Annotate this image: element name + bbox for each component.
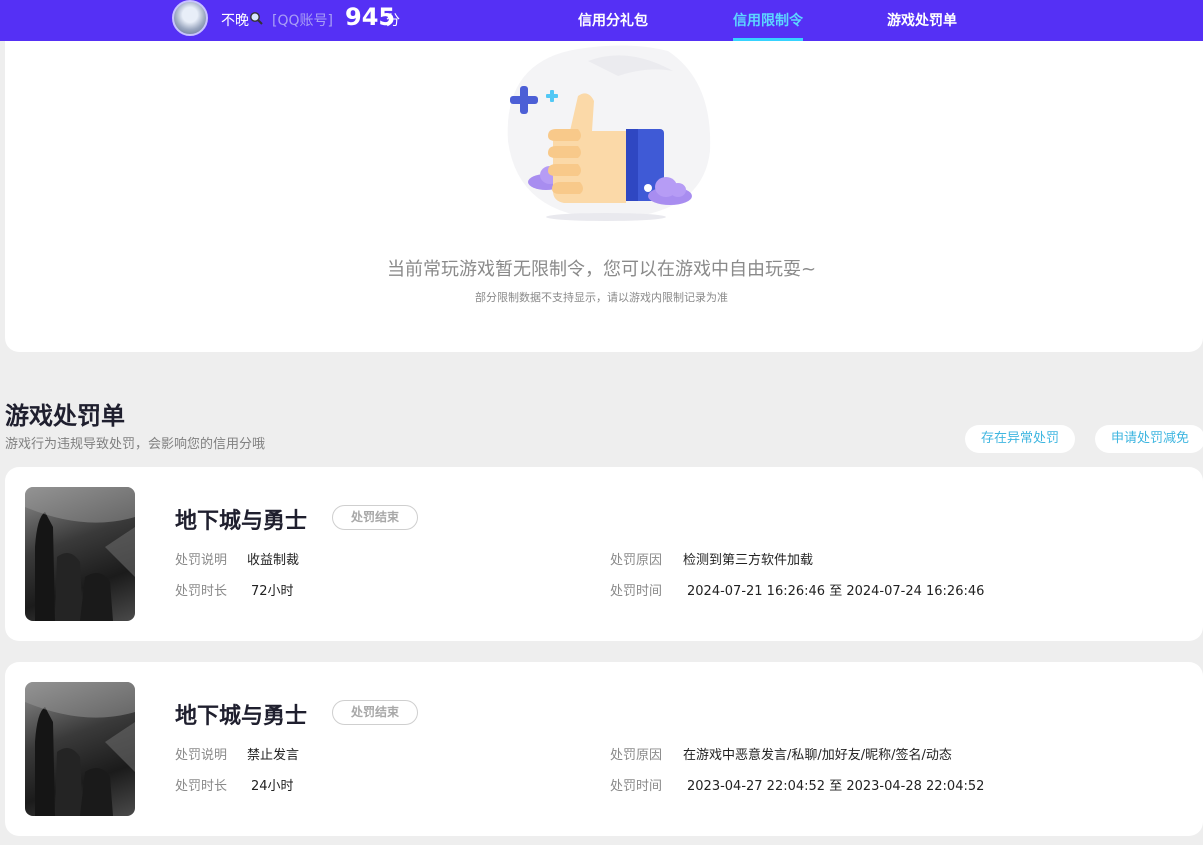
game-thumbnail — [25, 682, 135, 816]
penalty-reduction-button[interactable]: 申请处罚减免 — [1095, 425, 1203, 453]
game-name: 地下城与勇士 — [175, 509, 308, 534]
explain-value: 收益制裁 — [247, 553, 300, 568]
thumbs-up-illustration — [507, 45, 711, 221]
game-thumbnail — [25, 487, 135, 621]
section-title: 游戏处罚单 — [5, 402, 125, 430]
game-name: 地下城与勇士 — [175, 704, 308, 729]
explain-value: 禁止发言 — [247, 748, 300, 763]
empty-state-message: 当前常玩游戏暂无限制令，您可以在游戏中自由玩耍~ — [386, 259, 817, 280]
section-description: 游戏行为违规导致处罚，会影响您的信用分哦 — [5, 437, 266, 452]
time-label: 处罚时间 — [610, 779, 663, 794]
avatar[interactable] — [172, 0, 208, 36]
reason-value: 在游戏中恶意发言/私聊/加好友/昵称/签名/动态 — [683, 748, 952, 763]
account-type-tag: [QQ账号] — [272, 13, 333, 29]
time-value: 2023-04-27 22:04:52 至 2023-04-28 22:04:5… — [687, 779, 985, 794]
explain-label: 处罚说明 — [175, 748, 228, 763]
tab-credit-gift[interactable]: 信用分礼包 — [578, 10, 648, 30]
penalty-card: 地下城与勇士 处罚结束 处罚说明 禁止发言 处罚时长 24小时 处罚原因 在游戏… — [5, 662, 1203, 836]
tab-game-penalty[interactable]: 游戏处罚单 — [887, 10, 957, 30]
reason-value: 检测到第三方软件加载 — [683, 553, 814, 568]
status-badge: 处罚结束 — [332, 700, 418, 725]
duration-value: 72小时 — [251, 584, 294, 599]
penalty-card: 地下城与勇士 处罚结束 处罚说明 收益制裁 处罚时长 72小时 处罚原因 检测到… — [5, 467, 1203, 641]
reason-label: 处罚原因 — [610, 748, 663, 763]
status-badge: 处罚结束 — [332, 505, 418, 530]
explain-label: 处罚说明 — [175, 553, 228, 568]
time-label: 处罚时间 — [610, 584, 663, 599]
tab-credit-restriction[interactable]: 信用限制令 — [733, 10, 803, 30]
credit-score-unit: 分 — [386, 13, 400, 29]
duration-label: 处罚时长 — [175, 584, 228, 599]
search-icon[interactable] — [249, 11, 263, 25]
username: 不晚 — [221, 13, 249, 29]
empty-state-note: 部分限制数据不支持显示，请以游戏内限制记录为准 — [475, 291, 728, 304]
duration-value: 24小时 — [251, 779, 294, 794]
reason-label: 处罚原因 — [610, 553, 663, 568]
top-bar: 不晚 [QQ账号] 945 分 信用分礼包 信用限制令 游戏处罚单 — [0, 0, 1203, 41]
abnormal-penalty-button[interactable]: 存在异常处罚 — [965, 425, 1075, 453]
time-value: 2024-07-21 16:26:46 至 2024-07-24 16:26:4… — [687, 584, 985, 599]
duration-label: 处罚时长 — [175, 779, 228, 794]
